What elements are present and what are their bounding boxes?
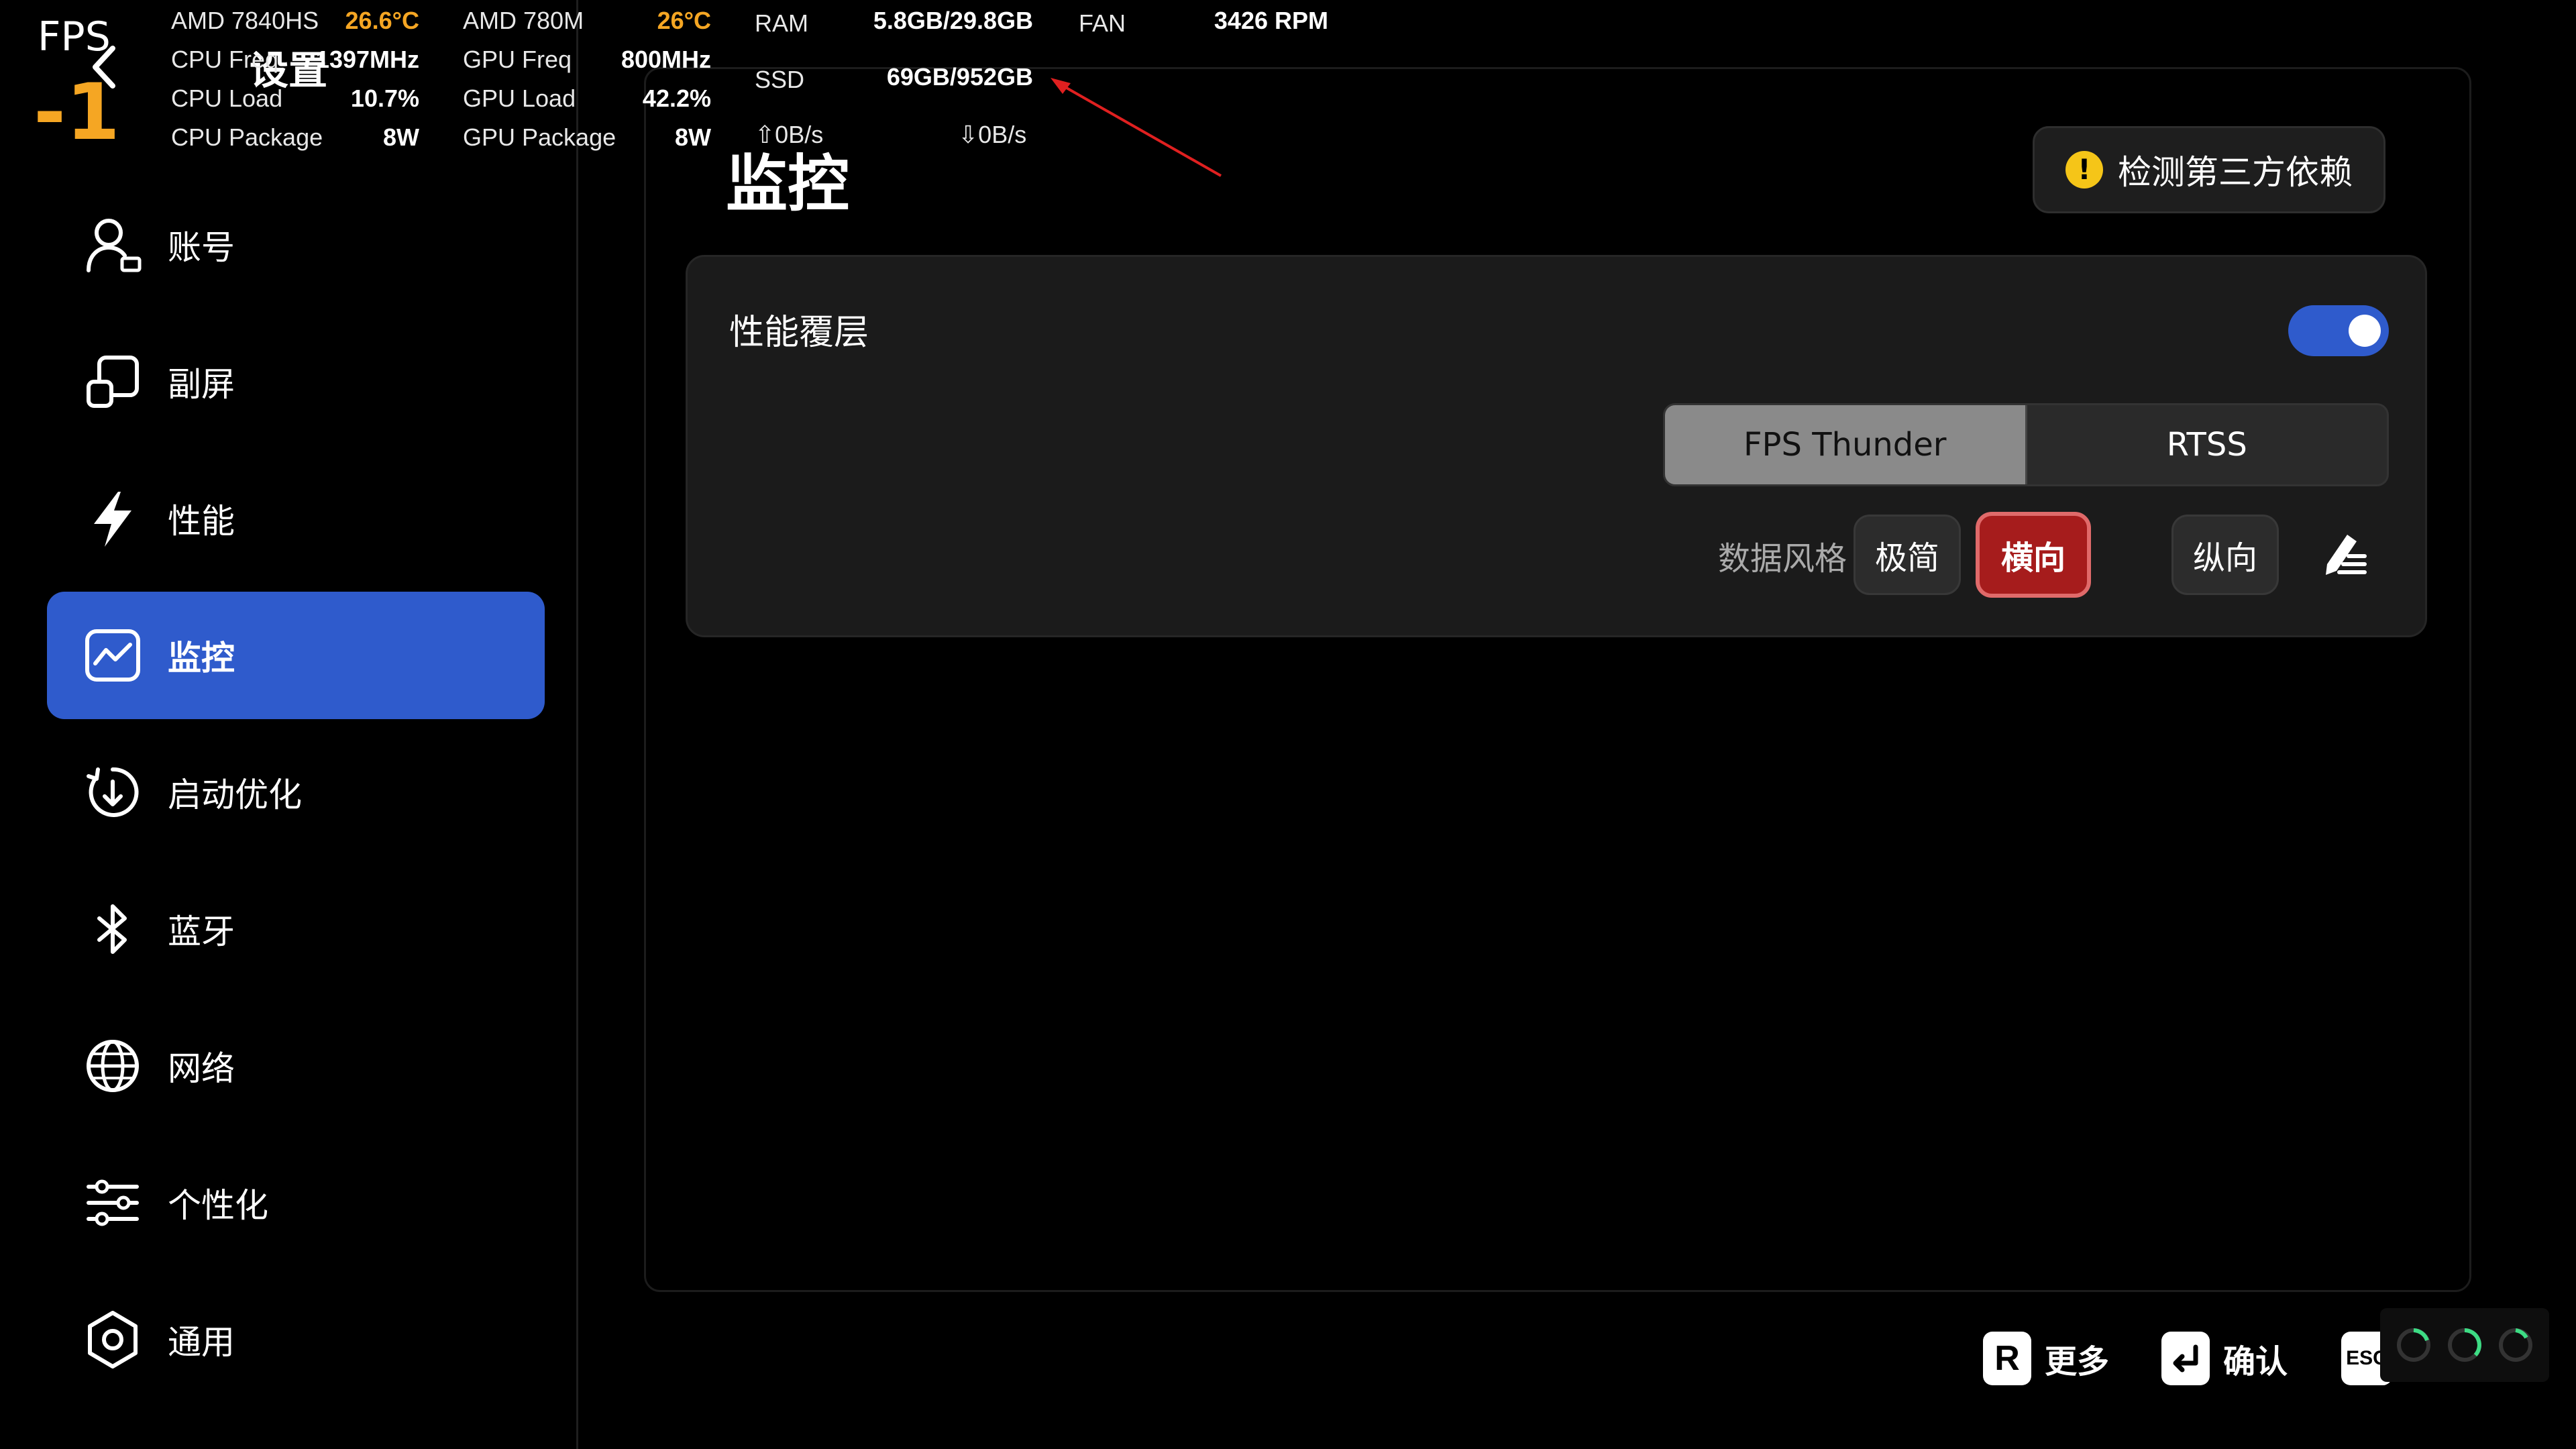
gpu-load: 42.2% <box>642 85 711 112</box>
fps-value: -1 <box>34 67 120 158</box>
gpu-package-label: GPU Package <box>463 123 616 151</box>
detect-dependencies-button[interactable]: ! 检测第三方依赖 <box>2033 126 2385 213</box>
bluetooth-icon <box>82 898 144 960</box>
sidebar-item-account[interactable]: 账号 <box>47 181 545 309</box>
account-icon <box>82 214 144 276</box>
confirm-hint[interactable]: 确认 <box>2161 1328 2288 1389</box>
fan-value: 3426 RPM <box>1214 7 1328 34</box>
ssd-value: 69GB/952GB <box>886 63 1033 91</box>
ram-value: 5.8GB/29.8GB <box>873 7 1033 34</box>
upload-value: 0B/s <box>775 121 824 148</box>
cpu-freq-label: CPU Freq <box>171 46 279 73</box>
more-label: 更多 <box>2045 1343 2110 1381</box>
cpu-package-label: CPU Package <box>171 123 323 151</box>
confirm-label: 确认 <box>2223 1343 2288 1381</box>
style-horizontal-chip[interactable]: 横向 <box>1976 512 2091 598</box>
gpu-freq-label: GPU Freq <box>463 46 572 73</box>
cpu-load: 10.7% <box>350 85 419 112</box>
sidebar-item-performance[interactable]: 性能 <box>47 455 545 582</box>
fps-label: FPS <box>38 13 111 60</box>
sidebar-item-network[interactable]: 网络 <box>47 1002 545 1130</box>
cpu-freq: 1397MHz <box>315 46 419 73</box>
sidebar-item-label: 启动优化 <box>168 775 302 814</box>
provider-rtss[interactable]: RTSS <box>2027 405 2387 484</box>
cpu-package: 8W <box>383 123 419 151</box>
gpu-freq: 800MHz <box>621 46 711 73</box>
enter-key-icon <box>2161 1332 2210 1385</box>
gpu-package: 8W <box>675 123 711 151</box>
sidebar-item-label: 监控 <box>168 639 235 678</box>
sidebar-item-label: 通用 <box>168 1323 235 1362</box>
sidebar-item-label: 蓝牙 <box>168 912 235 951</box>
startup-icon <box>82 761 144 823</box>
lightning-icon <box>82 488 144 549</box>
download-speed: ⇩0B/s <box>958 121 1026 149</box>
style-minimal-chip[interactable]: 极简 <box>1854 515 1961 595</box>
sidebar-item-general[interactable]: 通用 <box>47 1276 545 1403</box>
ssd-label: SSD <box>755 66 805 93</box>
ram-label: RAM <box>755 9 808 37</box>
fan-label: FAN <box>1079 9 1126 37</box>
more-hint[interactable]: R 更多 <box>1983 1328 2109 1389</box>
sidebar-item-label: 网络 <box>168 1049 235 1088</box>
sidebar-item-label: 性能 <box>168 502 235 541</box>
upload-arrow-icon: ⇧ <box>755 121 775 148</box>
toggle-knob <box>2349 315 2381 347</box>
gpu-temp: 26°C <box>657 7 711 34</box>
warning-icon: ! <box>2065 151 2103 189</box>
gpu-load-label: GPU Load <box>463 85 576 112</box>
monitor-chart-icon <box>82 625 144 686</box>
gpu-name: AMD 780M <box>463 7 584 34</box>
sidebar: 设置 账号 副屏 性能 监控 启动优化 蓝牙 网络 个性化 通用 <box>0 0 578 1449</box>
cpu-temp: 26.6°C <box>345 7 419 34</box>
r-key-icon: R <box>1983 1332 2031 1385</box>
sidebar-item-bluetooth[interactable]: 蓝牙 <box>47 865 545 993</box>
sidebar-item-label: 个性化 <box>168 1186 268 1225</box>
main-panel <box>644 67 2471 1292</box>
sidebar-item-label: 账号 <box>168 228 235 267</box>
download-arrow-icon: ⇩ <box>958 121 979 148</box>
sidebar-item-secondary-screen[interactable]: 副屏 <box>47 318 545 445</box>
performance-overlay-title: 性能覆层 <box>729 313 869 353</box>
gear-icon <box>82 1309 144 1371</box>
cpu-load-label: CPU Load <box>171 85 283 112</box>
sidebar-item-startup-optimization[interactable]: 启动优化 <box>47 729 545 856</box>
download-value: 0B/s <box>978 121 1027 148</box>
performance-overlay-toggle[interactable] <box>2288 305 2389 356</box>
style-vertical-chip[interactable]: 纵向 <box>2171 515 2279 595</box>
overlay-provider-selector: FPS Thunder RTSS <box>1663 403 2389 486</box>
data-style-label: 数据风格 <box>1718 540 1847 578</box>
detect-dependencies-label: 检测第三方依赖 <box>2118 153 2353 192</box>
globe-icon <box>82 1035 144 1097</box>
sliders-icon <box>82 1172 144 1234</box>
mini-stats-widget <box>2380 1308 2549 1382</box>
annotation-arrow-icon <box>1051 78 1222 177</box>
secondary-screen-icon <box>82 351 144 413</box>
upload-speed: ⇧0B/s <box>755 121 823 149</box>
provider-fps-thunder[interactable]: FPS Thunder <box>1665 405 2027 484</box>
performance-overlay-card: 性能覆层 FPS Thunder RTSS 数据风格 极简 横向 纵向 <box>686 255 2427 637</box>
sidebar-item-personalization[interactable]: 个性化 <box>47 1139 545 1267</box>
sidebar-item-monitor[interactable]: 监控 <box>47 592 545 719</box>
sidebar-item-label: 副屏 <box>168 365 235 404</box>
edit-style-icon[interactable] <box>2318 531 2369 582</box>
cpu-name: AMD 7840HS <box>171 7 319 34</box>
